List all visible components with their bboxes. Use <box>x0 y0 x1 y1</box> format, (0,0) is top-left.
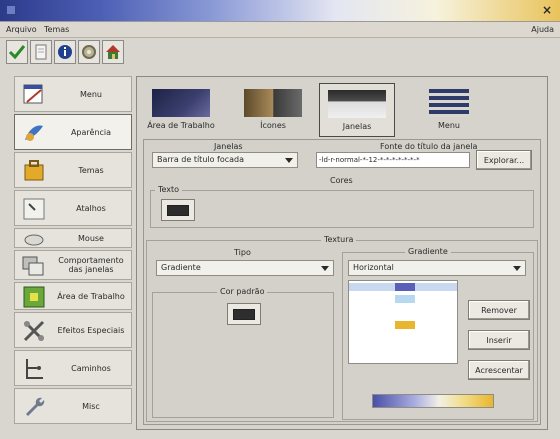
themes-icon <box>21 158 47 184</box>
icons-thumbnail <box>244 89 302 117</box>
tab-menu[interactable]: Menu <box>411 83 487 137</box>
cores-label: Cores <box>330 176 353 185</box>
menu-ajuda[interactable]: Ajuda <box>531 25 554 34</box>
gradiente-label: Gradiente <box>405 247 451 256</box>
tab-bar: Área de Trabalho Ícones Janelas Menu <box>143 83 543 139</box>
gear-icon[interactable] <box>78 40 100 64</box>
paths-icon <box>21 356 47 382</box>
sidebar-item-temas[interactable]: Temas <box>14 152 132 188</box>
font-field[interactable]: -ld-r-normal-*-12-*-*-*-*-*-*-* <box>316 152 470 168</box>
default-color-swatch <box>233 308 255 320</box>
tab-janelas[interactable]: Janelas <box>319 83 395 137</box>
menu-arquivo[interactable]: Arquivo <box>6 25 37 34</box>
tab-icones[interactable]: Ícones <box>235 83 311 137</box>
acrescentar-button[interactable]: Acrescentar <box>468 360 530 380</box>
sidebar-item-comportamento[interactable]: Comportamento das janelas <box>14 250 132 280</box>
cores-group: Texto <box>150 185 534 228</box>
sidebar-item-mouse[interactable]: Mouse <box>14 228 132 248</box>
text-color-button[interactable] <box>161 199 195 221</box>
tipo-select[interactable]: Gradiente <box>156 260 334 276</box>
remover-button[interactable]: Remover <box>468 300 530 320</box>
desktop-thumbnail <box>152 89 210 117</box>
texto-label: Texto <box>155 185 183 194</box>
main-panel: Área de Trabalho Ícones Janelas Menu Jan… <box>136 76 548 430</box>
explore-button[interactable]: Explorar... <box>476 150 532 170</box>
house-icon[interactable] <box>102 40 124 64</box>
menu-thumbnail <box>429 89 469 117</box>
menu-bar: Arquivo Temas Ajuda <box>0 22 560 38</box>
chevron-down-icon <box>321 266 329 271</box>
info-icon[interactable] <box>54 40 76 64</box>
gradient-preview <box>372 394 494 408</box>
sidebar-item-area-de-trabalho[interactable]: Área de Trabalho <box>14 282 132 310</box>
inserir-button[interactable]: Inserir <box>468 330 530 350</box>
menu-icon <box>21 82 47 108</box>
app-icon <box>6 5 16 15</box>
janelas-label: Janelas <box>214 142 243 151</box>
sidebar-item-misc[interactable]: Misc <box>14 388 132 424</box>
tab-area-de-trabalho[interactable]: Área de Trabalho <box>143 83 219 137</box>
tipo-label: Tipo <box>234 248 251 257</box>
list-item[interactable] <box>349 295 457 303</box>
list-item[interactable] <box>349 321 457 329</box>
sidebar-item-efeitos[interactable]: Efeitos Especiais <box>14 312 132 348</box>
list-item[interactable] <box>349 283 457 291</box>
close-icon[interactable]: × <box>540 3 554 17</box>
textura-label: Textura <box>321 235 357 244</box>
gradient-stop-swatch <box>395 283 415 291</box>
sidebar-item-caminhos[interactable]: Caminhos <box>14 350 132 386</box>
appearance-icon <box>21 120 47 146</box>
shortcuts-icon <box>21 196 47 222</box>
windows-thumbnail <box>328 90 386 118</box>
chevron-down-icon <box>285 158 293 163</box>
desktop-icon <box>21 284 47 310</box>
check-icon[interactable] <box>6 40 28 64</box>
title-bar: × <box>0 0 560 22</box>
janelas-content: Janelas Barra de título focada Fonte do … <box>143 139 541 425</box>
fonte-label: Fonte do título da janela <box>380 142 478 151</box>
gradiente-select[interactable]: Horizontal <box>348 260 526 276</box>
sidebar-item-atalhos[interactable]: Atalhos <box>14 190 132 226</box>
gradient-stop-swatch <box>395 295 415 303</box>
gradient-stop-swatch <box>395 321 415 329</box>
text-color-swatch <box>167 204 189 216</box>
effects-icon <box>21 318 47 344</box>
sidebar: Menu Aparência Temas Atalhos Mouse Compo… <box>14 76 132 436</box>
chevron-down-icon <box>513 266 521 271</box>
gradient-stops-list[interactable] <box>348 280 458 364</box>
cor-padrao-group: Cor padrão <box>152 287 334 418</box>
menu-temas[interactable]: Temas <box>44 25 69 34</box>
sidebar-item-aparencia[interactable]: Aparência <box>14 114 132 150</box>
document-icon[interactable] <box>30 40 52 64</box>
window-behavior-icon <box>21 253 47 279</box>
cor-padrao-label: Cor padrão <box>217 287 268 296</box>
default-color-button[interactable] <box>227 303 261 325</box>
janelas-select[interactable]: Barra de título focada <box>152 152 298 168</box>
misc-icon <box>21 394 47 420</box>
sidebar-item-menu[interactable]: Menu <box>14 76 132 112</box>
mouse-icon <box>21 230 47 248</box>
